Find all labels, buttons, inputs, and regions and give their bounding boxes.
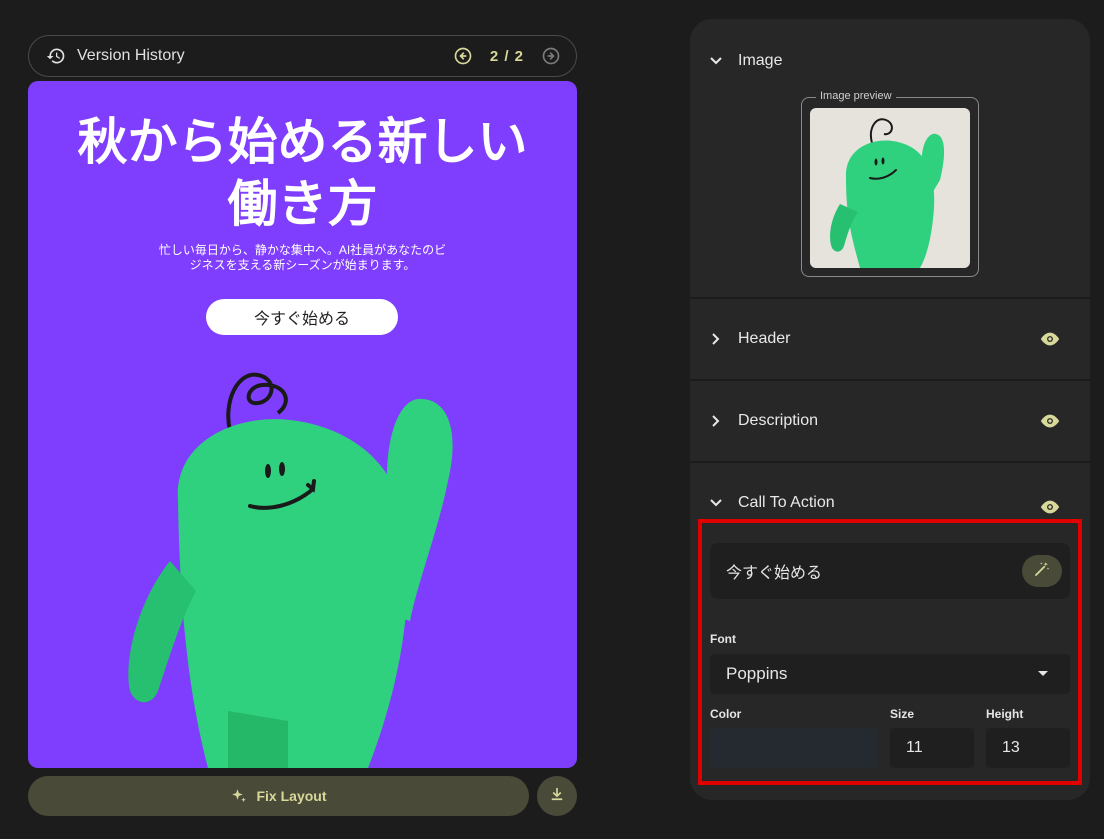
section-description-label: Description — [738, 412, 819, 429]
mascot-illustration — [128, 372, 453, 768]
version-counter: 2 / 2 — [489, 47, 524, 65]
color-label: Color — [710, 707, 742, 721]
size-label: Size — [890, 707, 915, 721]
font-select[interactable]: Poppins — [710, 654, 1070, 694]
height-label: Height — [986, 707, 1024, 721]
version-history-bar: Version History 2 / 2 — [28, 35, 577, 77]
magic-wand-icon — [1033, 560, 1051, 583]
section-image[interactable]: Image — [690, 49, 1090, 73]
history-icon[interactable] — [45, 45, 67, 67]
card-headline: 秋から始める新しい働き方 — [77, 113, 528, 233]
section-image-label: Image — [738, 52, 783, 69]
section-header-label: Header — [738, 330, 791, 347]
fix-layout-label: Fix Layout — [256, 788, 327, 804]
section-cta-label: Call To Action — [738, 494, 835, 511]
section-divider — [690, 461, 1090, 463]
visibility-eye-icon[interactable] — [1038, 409, 1062, 433]
cta-text-field[interactable]: 今すぐ始める — [710, 543, 1070, 599]
download-button[interactable] — [537, 776, 577, 816]
card-cta-button[interactable]: 今すぐ始める — [206, 299, 398, 335]
download-icon — [548, 785, 566, 808]
height-input[interactable]: 13 — [986, 728, 1070, 768]
chevron-right-icon — [708, 413, 724, 429]
image-preview-legend: Image preview — [816, 90, 896, 102]
arrow-right-circle-icon[interactable] — [540, 45, 562, 67]
visibility-eye-icon[interactable] — [1038, 327, 1062, 351]
section-call-to-action[interactable]: Call To Action — [690, 491, 1090, 515]
chevron-down-icon — [708, 495, 724, 511]
font-label: Font — [710, 632, 736, 646]
chevron-down-icon — [708, 53, 724, 69]
card-subtext: 忙しい毎日から、静かな集中へ。AI社員があなたのビジネスを支える新シーズンが始ま… — [158, 243, 447, 272]
cta-text-value: 今すぐ始める — [726, 565, 823, 582]
arrow-left-circle-icon[interactable] — [452, 45, 474, 67]
section-header[interactable]: Header — [690, 327, 1090, 351]
image-preview-thumbnail — [810, 108, 970, 268]
size-input-value: 11 — [906, 739, 923, 756]
visibility-eye-icon[interactable] — [1038, 495, 1062, 519]
sparkle-icon — [230, 787, 248, 805]
color-picker-field[interactable] — [710, 728, 878, 768]
magic-wand-button[interactable] — [1022, 555, 1062, 587]
chevron-right-icon — [708, 331, 724, 347]
settings-panel: Image Image preview Header Description C… — [690, 19, 1090, 800]
image-preview[interactable]: Image preview — [801, 90, 979, 277]
font-select-value: Poppins — [726, 664, 788, 683]
height-input-value: 13 — [1002, 739, 1020, 756]
fix-layout-button[interactable]: Fix Layout — [28, 776, 529, 816]
dropdown-caret-icon — [1038, 671, 1048, 676]
section-divider — [690, 297, 1090, 299]
section-divider — [690, 379, 1090, 381]
ad-preview-card: 秋から始める新しい働き方 忙しい毎日から、静かな集中へ。AI社員があなたのビジネ… — [28, 81, 577, 768]
section-description[interactable]: Description — [690, 409, 1090, 433]
version-history-title: Version History — [77, 47, 185, 64]
size-input[interactable]: 11 — [890, 728, 974, 768]
